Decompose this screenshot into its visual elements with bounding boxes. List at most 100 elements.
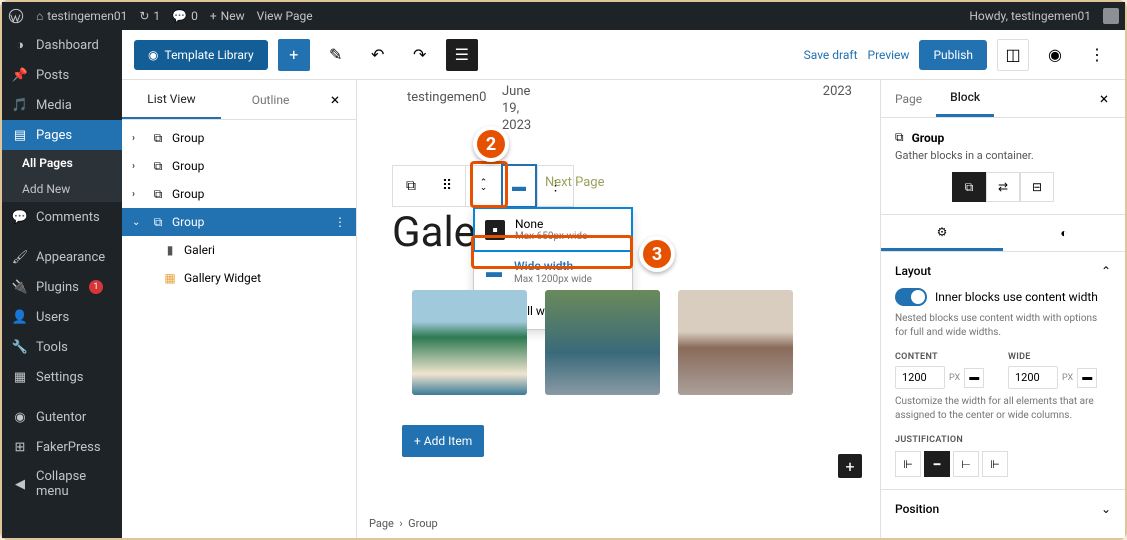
howdy[interactable]: Howdy, testingemen01 <box>969 9 1091 23</box>
preview-button[interactable]: Preview <box>868 48 910 62</box>
variation-group[interactable]: ⧉ <box>952 172 986 202</box>
tab-listview[interactable]: List View <box>122 80 221 119</box>
menu-media[interactable]: 🎵Media <box>2 90 122 120</box>
gutentor-toolbar-icon[interactable]: ◉ <box>1039 39 1071 71</box>
submenu-addnew[interactable]: Add New <box>2 176 122 202</box>
listview-toggle[interactable]: ☰ <box>446 39 478 71</box>
tab-block[interactable]: Block <box>936 80 994 117</box>
view-page[interactable]: View Page <box>257 9 313 23</box>
variation-stack[interactable]: ⊟ <box>1020 172 1054 202</box>
new-content[interactable]: + New <box>210 9 245 23</box>
comments-bubble[interactable]: 💬 0 <box>172 9 198 23</box>
group-icon: ⧉ <box>150 214 166 230</box>
post-author: testingemen0 <box>407 90 486 105</box>
wp-logo[interactable] <box>8 8 24 24</box>
menu-tools[interactable]: 🔧Tools <box>2 332 122 362</box>
breadcrumb[interactable]: Page › Group <box>369 517 438 530</box>
menu-plugins[interactable]: 🔌Plugins1 <box>2 272 122 302</box>
tree-group-4[interactable]: ⌄⧉Group⋮ <box>122 208 356 236</box>
options-button[interactable]: ⋮ <box>1081 39 1113 71</box>
menu-gutentor[interactable]: ◉Gutentor <box>2 402 122 432</box>
align-wide[interactable]: ▬ Wide widthMax 1200px wide <box>474 251 632 292</box>
wide-align-icon[interactable]: ▬ <box>1077 368 1097 388</box>
variation-row[interactable]: ⇄ <box>986 172 1020 202</box>
view-toggle[interactable]: ◫ <box>997 39 1029 71</box>
gallery-image-2[interactable] <box>545 290 660 395</box>
settings-icon: ▦ <box>12 369 28 385</box>
inner-blocks-toggle[interactable] <box>895 288 927 306</box>
annotation-2: 2 <box>473 126 509 162</box>
align-none-icon: ▪ <box>485 220 505 240</box>
edit-mode-button[interactable]: ✎ <box>320 39 352 71</box>
tree-group-2[interactable]: ›⧉Group <box>122 152 356 180</box>
tree-group-3[interactable]: ›⧉Group <box>122 180 356 208</box>
menu-appearance[interactable]: 🖌Appearance <box>2 242 122 272</box>
justify-right[interactable]: ⊢ <box>953 451 979 477</box>
chevron-down-icon: ⌄ <box>1101 502 1111 516</box>
plugins-icon: 🔌 <box>12 279 28 295</box>
annotation-3: 3 <box>639 236 675 272</box>
menu-comments[interactable]: 💬Comments <box>2 202 122 232</box>
move-buttons[interactable]: ⌃⌄ <box>465 166 501 206</box>
menu-dashboard[interactable]: ◑Dashboard <box>2 30 122 60</box>
menu-fakerpress[interactable]: ⊞FakerPress <box>2 432 122 462</box>
collapse-icon: ◀ <box>12 476 28 492</box>
updates[interactable]: ↻ 1 <box>139 9 160 23</box>
align-none[interactable]: ▪ NoneMax 650px wide <box>473 207 633 252</box>
drag-handle[interactable]: ⠿ <box>429 166 465 206</box>
submenu-allpages[interactable]: All Pages <box>2 150 122 176</box>
justify-center[interactable]: ━ <box>924 451 950 477</box>
add-block-inline[interactable]: + <box>838 454 862 478</box>
avatar[interactable] <box>1103 8 1119 24</box>
next-page-link[interactable]: Next Page <box>545 175 605 190</box>
fakerpress-icon: ⊞ <box>12 439 28 455</box>
content-width-input[interactable] <box>895 366 945 389</box>
align-wide-icon: ▬ <box>484 262 504 282</box>
heading-icon: ▮ <box>162 242 178 258</box>
gallery-image-3[interactable] <box>678 290 793 395</box>
menu-settings[interactable]: ▦Settings <box>2 362 122 392</box>
dashboard-icon: ◑ <box>12 37 28 53</box>
layout-panel-toggle[interactable]: Layout⌃ <box>895 264 1111 278</box>
redo-button[interactable]: ↷ <box>404 39 436 71</box>
gallery-image-1[interactable] <box>412 290 527 395</box>
settings-sidebar: Page Block × ⧉Group Gather blocks in a c… <box>880 80 1125 538</box>
gallery-icon: ▦ <box>162 270 178 286</box>
save-draft-button[interactable]: Save draft <box>804 48 858 62</box>
close-sidebar[interactable]: × <box>1089 80 1119 117</box>
tab-styles[interactable]: ◐ <box>1003 215 1125 251</box>
menu-pages[interactable]: ▤Pages <box>2 120 122 150</box>
tree-galeri[interactable]: ▮Galeri <box>122 236 356 264</box>
close-listview[interactable]: × <box>320 80 350 119</box>
menu-users[interactable]: 👤Users <box>2 302 122 332</box>
collapse-menu[interactable]: ◀Collapse menu <box>2 462 122 506</box>
menu-posts[interactable]: 📌Posts <box>2 60 122 90</box>
justify-left[interactable]: ⊩ <box>895 451 921 477</box>
group-icon: ⧉ <box>150 186 166 202</box>
content-align-icon[interactable]: ▬ <box>964 368 984 388</box>
tab-page[interactable]: Page <box>881 80 936 117</box>
tree-gallery-widget[interactable]: ▦Gallery Widget <box>122 264 356 292</box>
tab-outline[interactable]: Outline <box>221 80 320 119</box>
align-button[interactable]: ▬ <box>501 164 537 208</box>
admin-menu: ◑Dashboard 📌Posts 🎵Media ▤Pages All Page… <box>2 30 122 538</box>
appearance-icon: 🖌 <box>12 249 28 265</box>
template-library-button[interactable]: ◉Template Library <box>134 40 268 70</box>
add-block-button[interactable]: + <box>278 39 310 71</box>
block-type-button[interactable]: ⧉ <box>393 166 429 206</box>
publish-button[interactable]: Publish <box>919 40 987 70</box>
undo-button[interactable]: ↶ <box>362 39 394 71</box>
tab-settings-gear[interactable]: ⚙ <box>881 215 1003 251</box>
post-date: June 19, 2023 <box>502 84 531 135</box>
position-panel-toggle[interactable]: Position⌄ <box>895 502 1111 516</box>
site-name[interactable]: ⌂ testingemen01 <box>36 9 127 23</box>
group-icon: ⧉ <box>150 158 166 174</box>
add-item-button[interactable]: + Add Item <box>402 425 484 457</box>
pages-icon: ▤ <box>12 127 28 143</box>
justify-space[interactable]: ⊩ <box>982 451 1008 477</box>
comments-icon: 💬 <box>12 209 28 225</box>
posts-icon: 📌 <box>12 67 28 83</box>
wide-width-input[interactable] <box>1008 366 1058 389</box>
tree-group-1[interactable]: ›⧉Group <box>122 124 356 152</box>
users-icon: 👤 <box>12 309 28 325</box>
